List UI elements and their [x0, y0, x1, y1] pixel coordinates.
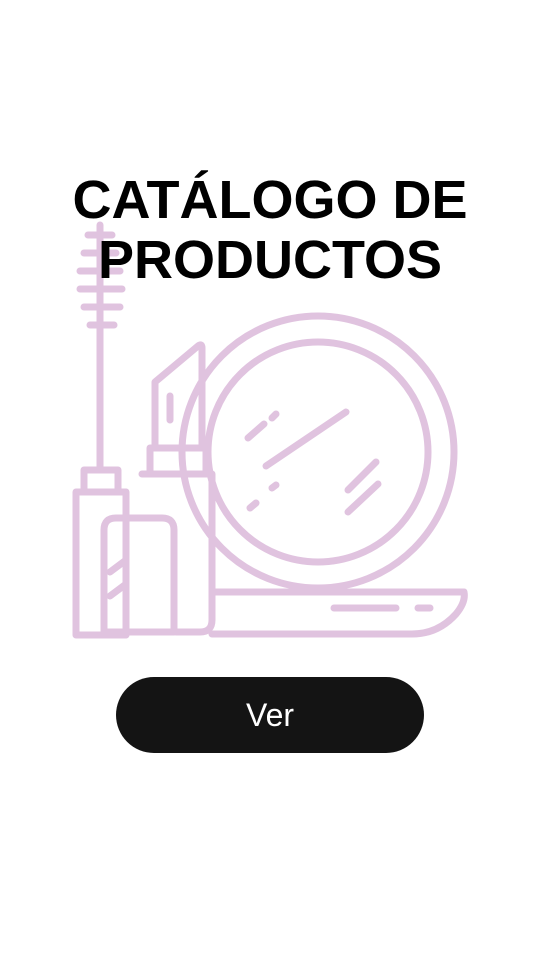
page-title: CATÁLOGO DE PRODUCTOS	[0, 170, 540, 290]
page-title-line-1: CATÁLOGO DE	[72, 170, 468, 230]
compact-mirror-icon	[178, 312, 468, 638]
catalog-screen: CATÁLOGO DE PRODUCTOS Ver	[0, 0, 540, 960]
page-title-line-2: PRODUCTOS	[97, 230, 443, 290]
view-catalog-button[interactable]: Ver	[116, 677, 424, 753]
bottle-icon	[100, 514, 178, 636]
